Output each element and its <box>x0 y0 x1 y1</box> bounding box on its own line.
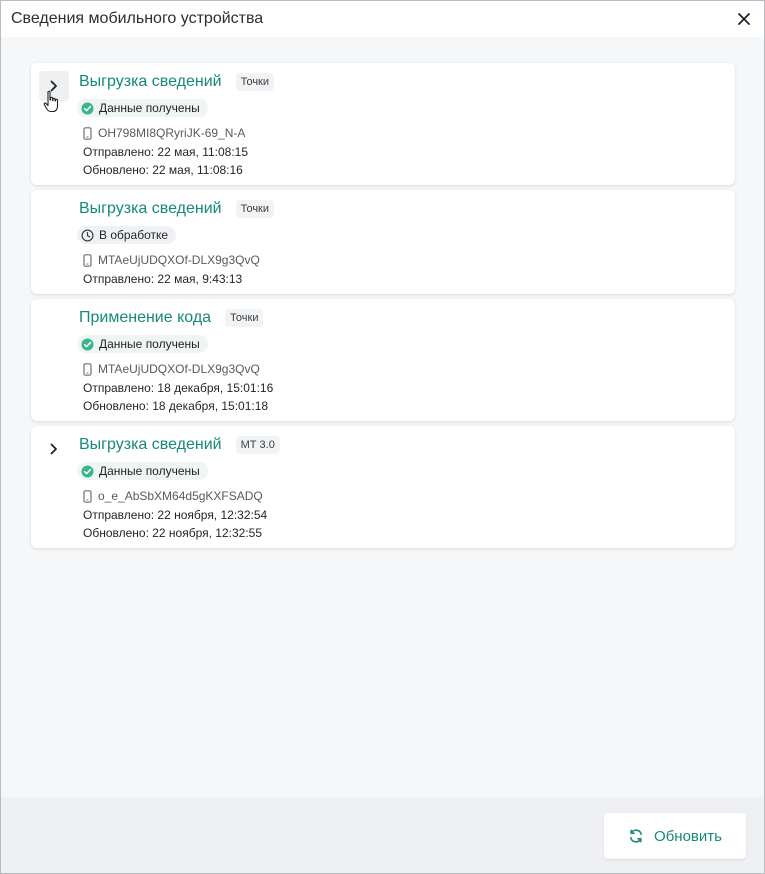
updated-time: Обновлено: 18 декабря, 15:01:18 <box>83 399 269 413</box>
status-badge: Данные получены <box>77 335 208 353</box>
close-button[interactable] <box>730 5 758 33</box>
device-id-line: OH798MI8QRyriJK-69_N-A <box>83 126 245 140</box>
status-badge: Данные получены <box>77 99 208 117</box>
card-title-row: Применение кода Точки <box>79 309 264 327</box>
expand-button[interactable] <box>39 71 69 101</box>
card-title-row: Выгрузка сведений МТ 3.0 <box>79 436 280 454</box>
sent-time: Отправлено: 22 мая, 9:43:13 <box>83 272 243 286</box>
status-label: Данные получены <box>99 337 200 351</box>
status-badge: В обработке <box>77 226 177 244</box>
history-card: Применение кода Точки Данные получены MT… <box>31 299 735 421</box>
status-label: В обработке <box>99 228 169 242</box>
refresh-icon <box>630 829 643 843</box>
phone-icon <box>83 362 92 376</box>
card-tag: МТ 3.0 <box>235 436 280 454</box>
sent-time: Отправлено: 22 ноября, 12:32:54 <box>83 508 268 522</box>
history-card: Выгрузка сведений Точки Данные получены … <box>31 63 735 185</box>
device-id: OH798MI8QRyriJK-69_N-A <box>98 126 246 140</box>
dialog-title: Сведения мобильного устройства <box>11 10 264 27</box>
history-card: Выгрузка сведений Точки В обработке MTAe… <box>31 190 735 294</box>
dialog-footer: Обновить <box>1 797 764 873</box>
dialog-header: Сведения мобильного устройства <box>1 1 764 37</box>
card-title-row: Выгрузка сведений Точки <box>79 200 275 218</box>
close-icon <box>738 13 750 25</box>
status-label: Данные получены <box>99 464 200 478</box>
phone-icon <box>83 253 92 267</box>
history-card: Выгрузка сведений МТ 3.0 Данные получены… <box>31 426 735 548</box>
sent-time: Отправлено: 18 декабря, 15:01:16 <box>83 381 274 395</box>
sent-time: Отправлено: 22 мая, 11:08:15 <box>83 145 249 159</box>
mobile-device-dialog: Сведения мобильного устройства Выгрузка … <box>0 0 765 874</box>
updated-time: Обновлено: 22 мая, 11:08:16 <box>83 163 243 177</box>
updated-time: Обновлено: 22 ноября, 12:32:55 <box>83 526 263 540</box>
clock-icon <box>81 228 94 242</box>
chevron-right-icon <box>50 80 57 92</box>
card-title-row: Выгрузка сведений Точки <box>79 73 275 91</box>
chevron-right-icon <box>50 443 57 455</box>
device-id-line: MTAeUjUDQXOf-DLX9g3QvQ <box>83 253 260 267</box>
check-circle-icon <box>81 338 94 350</box>
card-title[interactable]: Выгрузка сведений <box>79 73 222 91</box>
check-circle-icon <box>81 102 94 114</box>
card-tag: Точки <box>225 309 264 327</box>
card-title[interactable]: Применение кода <box>79 309 211 327</box>
device-id: MTAeUjUDQXOf-DLX9g3QvQ <box>98 362 260 376</box>
phone-icon <box>83 489 92 503</box>
history-list: Выгрузка сведений Точки Данные получены … <box>1 37 764 799</box>
phone-icon <box>83 126 92 140</box>
device-id: MTAeUjUDQXOf-DLX9g3QvQ <box>98 253 260 267</box>
refresh-button[interactable]: Обновить <box>604 813 746 859</box>
card-tag: Точки <box>235 200 275 218</box>
device-id-line: o_e_AbSbXM64d5gKXFSADQ <box>83 489 263 503</box>
expand-button[interactable] <box>39 434 69 464</box>
device-id: o_e_AbSbXM64d5gKXFSADQ <box>98 489 263 503</box>
status-label: Данные получены <box>99 101 200 115</box>
device-id-line: MTAeUjUDQXOf-DLX9g3QvQ <box>83 362 260 376</box>
refresh-label: Обновить <box>654 827 722 845</box>
card-title[interactable]: Выгрузка сведений <box>79 200 222 218</box>
status-badge: Данные получены <box>77 462 208 480</box>
check-circle-icon <box>81 465 94 477</box>
card-title[interactable]: Выгрузка сведений <box>79 436 222 454</box>
card-tag: Точки <box>235 73 275 91</box>
